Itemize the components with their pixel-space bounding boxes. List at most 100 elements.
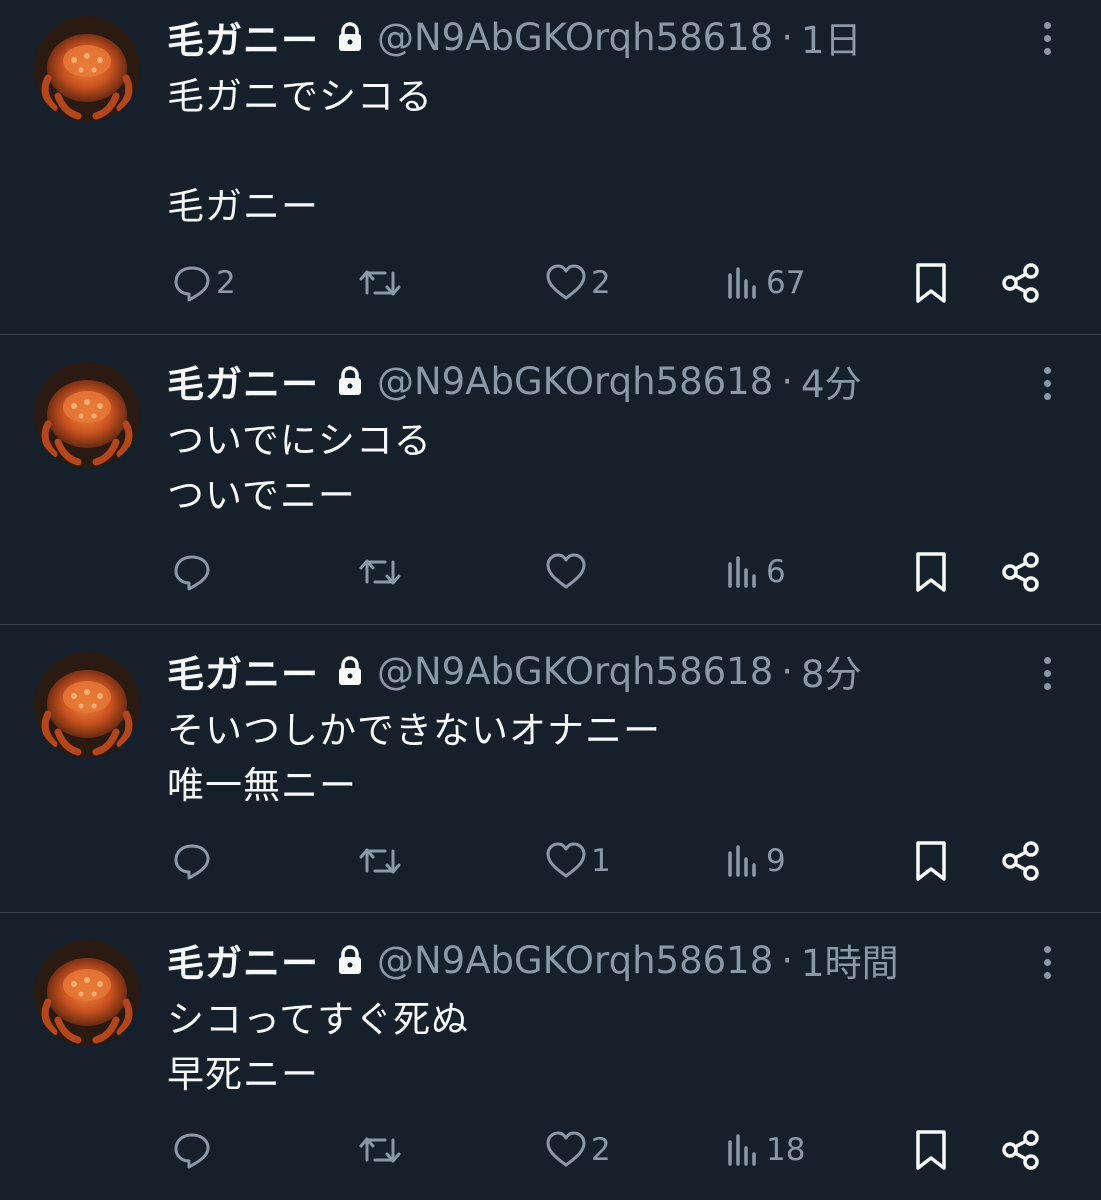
share-button[interactable] bbox=[1000, 836, 1042, 886]
share-button[interactable] bbox=[1000, 258, 1042, 308]
action-bar: 1 9 bbox=[0, 836, 1101, 886]
avatar[interactable] bbox=[34, 940, 140, 1046]
reply-button[interactable] bbox=[172, 1125, 216, 1175]
tweet-text-line: 毛ガニでシコる bbox=[167, 75, 433, 118]
display-name[interactable]: 毛ガニー bbox=[167, 354, 319, 408]
lock-icon bbox=[337, 22, 363, 52]
like-button[interactable]: 2 bbox=[545, 258, 611, 308]
tweet-text-line: 早死ニー bbox=[167, 1053, 319, 1096]
display-name[interactable]: 毛ガニー bbox=[167, 644, 319, 698]
more-vertical-icon[interactable] bbox=[1033, 18, 1061, 58]
timestamp[interactable]: 1時間 bbox=[801, 933, 899, 987]
user-handle[interactable]: @N9AbGKOrqh58618 bbox=[377, 650, 773, 693]
action-bar: 6 bbox=[0, 547, 1101, 597]
tweet[interactable]: 毛ガニー @N9AbGKOrqh58618 · 8分 そいつしかできないオナニー… bbox=[0, 625, 1101, 912]
tweet-header: 毛ガニー @N9AbGKOrqh58618 · 8分 bbox=[167, 644, 862, 698]
share-button[interactable] bbox=[1000, 1125, 1042, 1175]
share-icon bbox=[1002, 263, 1039, 303]
like-count: 2 bbox=[591, 265, 611, 301]
reply-icon bbox=[174, 1133, 210, 1169]
more-vertical-icon[interactable] bbox=[1033, 653, 1061, 693]
like-count: 2 bbox=[591, 1132, 611, 1168]
heart-icon bbox=[546, 553, 586, 589]
view-count: 6 bbox=[766, 554, 786, 590]
timestamp[interactable]: 4分 bbox=[801, 354, 862, 408]
heart-icon bbox=[546, 842, 586, 878]
tweet[interactable]: 毛ガニー @N9AbGKOrqh58618 · 1時間 シコってすぐ死ぬ 早死ニ… bbox=[0, 913, 1101, 1200]
avatar[interactable] bbox=[34, 16, 140, 122]
retweet-icon bbox=[359, 270, 401, 296]
view-count: 9 bbox=[766, 843, 786, 879]
timeline-feed: 毛ガニー @N9AbGKOrqh58618 · 1日 毛ガニでシコる 毛ガニー … bbox=[0, 0, 1101, 1200]
display-name[interactable]: 毛ガニー bbox=[167, 933, 319, 987]
views-button[interactable]: 18 bbox=[726, 1125, 805, 1175]
bookmark-button[interactable] bbox=[912, 547, 950, 597]
bookmark-icon bbox=[916, 552, 946, 592]
bookmark-icon bbox=[916, 263, 946, 303]
user-handle[interactable]: @N9AbGKOrqh58618 bbox=[377, 360, 773, 403]
tweet-text-line: そいつしかできないオナニー bbox=[167, 709, 661, 752]
tweet-header: 毛ガニー @N9AbGKOrqh58618 · 1日 bbox=[167, 10, 862, 64]
heart-icon bbox=[546, 1131, 586, 1167]
views-chart-icon bbox=[728, 845, 756, 877]
bookmark-icon bbox=[916, 841, 946, 881]
like-button[interactable]: 1 bbox=[545, 836, 611, 886]
user-handle[interactable]: @N9AbGKOrqh58618 bbox=[377, 16, 773, 59]
like-count: 1 bbox=[591, 843, 611, 879]
retweet-button[interactable] bbox=[357, 547, 407, 597]
more-vertical-icon[interactable] bbox=[1033, 942, 1061, 982]
avatar[interactable] bbox=[34, 652, 140, 758]
user-handle[interactable]: @N9AbGKOrqh58618 bbox=[377, 939, 773, 982]
share-button[interactable] bbox=[1000, 547, 1042, 597]
reply-button[interactable] bbox=[172, 836, 216, 886]
like-button[interactable]: 2 bbox=[545, 1125, 611, 1175]
tweet-text-line: 毛ガニー bbox=[167, 185, 319, 228]
tweet-text-line: シコってすぐ死ぬ bbox=[167, 998, 470, 1041]
bookmark-icon bbox=[916, 1130, 946, 1170]
views-chart-icon bbox=[728, 1134, 756, 1166]
tweet-text-line: ついでにシコる bbox=[167, 419, 432, 462]
views-button[interactable]: 9 bbox=[726, 836, 786, 886]
action-bar: 2 2 67 bbox=[0, 258, 1101, 308]
share-icon bbox=[1002, 841, 1039, 881]
retweet-button[interactable] bbox=[357, 836, 407, 886]
share-icon bbox=[1002, 552, 1039, 592]
reply-button[interactable]: 2 bbox=[172, 258, 236, 308]
view-count: 67 bbox=[766, 265, 806, 301]
tweet-header: 毛ガニー @N9AbGKOrqh58618 · 1時間 bbox=[167, 933, 899, 987]
retweet-button[interactable] bbox=[357, 258, 407, 308]
lock-icon bbox=[337, 945, 363, 975]
bookmark-button[interactable] bbox=[912, 258, 950, 308]
lock-icon bbox=[337, 656, 363, 686]
separator-dot: · bbox=[781, 649, 794, 693]
avatar[interactable] bbox=[34, 362, 140, 468]
heart-icon bbox=[546, 264, 586, 300]
more-vertical-icon[interactable] bbox=[1033, 363, 1061, 403]
retweet-icon bbox=[359, 559, 401, 585]
display-name[interactable]: 毛ガニー bbox=[167, 10, 319, 64]
timestamp[interactable]: 1日 bbox=[801, 10, 862, 64]
views-chart-icon bbox=[728, 556, 756, 588]
view-count: 18 bbox=[766, 1132, 806, 1168]
reply-icon bbox=[174, 555, 210, 591]
bookmark-button[interactable] bbox=[912, 1125, 950, 1175]
tweet[interactable]: 毛ガニー @N9AbGKOrqh58618 · 4分 ついでにシコる ついでニー bbox=[0, 335, 1101, 624]
retweet-button[interactable] bbox=[357, 1125, 407, 1175]
separator-dot: · bbox=[781, 15, 794, 59]
action-bar: 2 18 bbox=[0, 1125, 1101, 1175]
views-button[interactable]: 6 bbox=[726, 547, 786, 597]
reply-button[interactable] bbox=[172, 547, 216, 597]
tweet[interactable]: 毛ガニー @N9AbGKOrqh58618 · 1日 毛ガニでシコる 毛ガニー … bbox=[0, 0, 1101, 334]
separator-dot: · bbox=[781, 938, 794, 982]
like-button[interactable] bbox=[545, 547, 591, 597]
retweet-icon bbox=[359, 1137, 401, 1163]
share-icon bbox=[1002, 1130, 1039, 1170]
reply-icon bbox=[174, 266, 210, 302]
retweet-icon bbox=[359, 848, 401, 874]
timestamp[interactable]: 8分 bbox=[801, 644, 862, 698]
bookmark-button[interactable] bbox=[912, 836, 950, 886]
tweet-text-line: ついでニー bbox=[167, 474, 356, 517]
tweet-header: 毛ガニー @N9AbGKOrqh58618 · 4分 bbox=[167, 354, 862, 408]
reply-count: 2 bbox=[216, 265, 236, 301]
views-button[interactable]: 67 bbox=[726, 258, 805, 308]
